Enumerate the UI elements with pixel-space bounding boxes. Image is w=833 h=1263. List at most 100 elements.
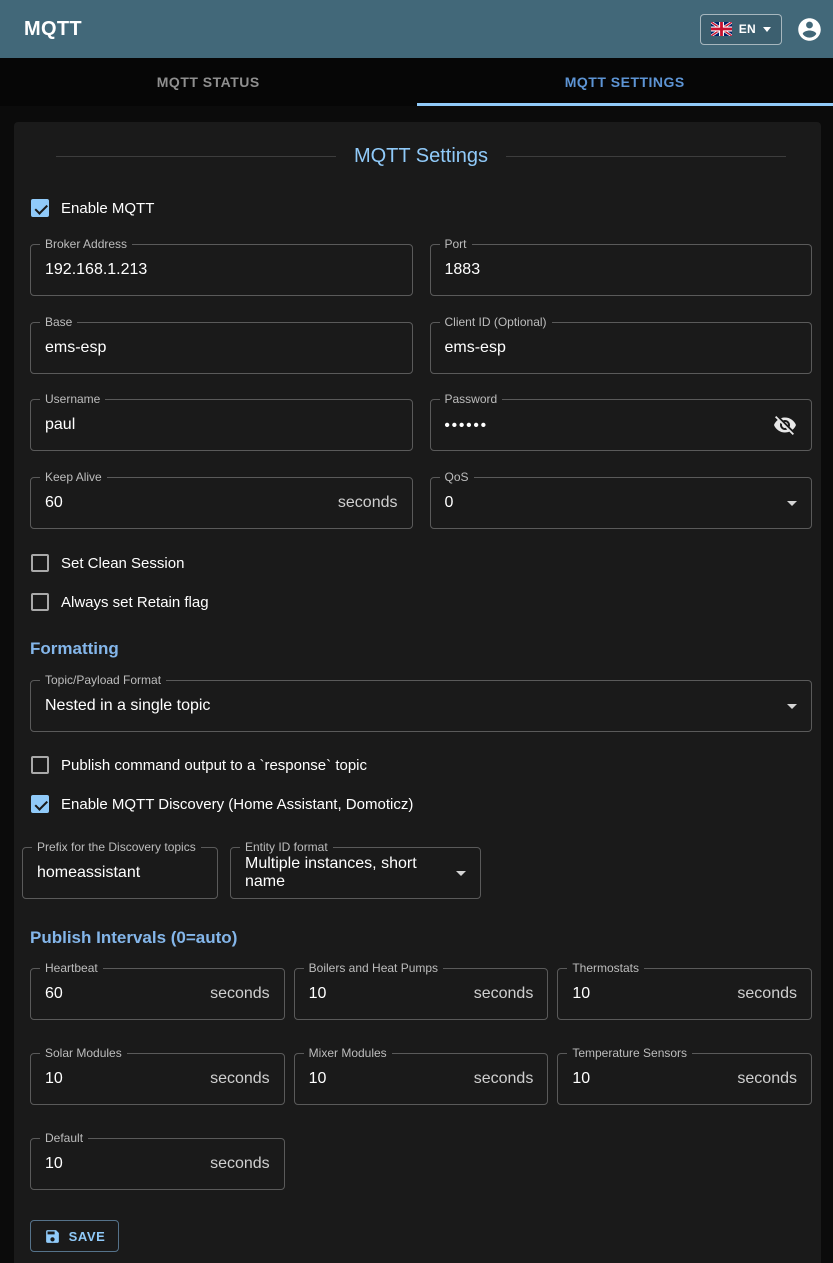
publish-intervals-heading: Publish Intervals (0=auto) (30, 927, 812, 949)
field-label: Solar Modules (40, 1046, 127, 1060)
field-value: 60 (45, 494, 63, 512)
select-value: Nested in a single topic (45, 697, 210, 715)
enable-mqtt-checkbox[interactable]: Enable MQTT (30, 196, 812, 220)
field-value: 60 (45, 985, 63, 1003)
default-interval-field[interactable]: Default 10 seconds (30, 1138, 285, 1190)
field-label: Password (440, 392, 503, 406)
save-button[interactable]: SAVE (30, 1220, 119, 1252)
field-unit: seconds (737, 985, 797, 1003)
field-unit: seconds (210, 1070, 270, 1088)
field-unit: seconds (210, 1155, 270, 1173)
password-value: •••••• (445, 417, 489, 434)
checkbox-icon[interactable] (31, 593, 49, 611)
topic-payload-format-select[interactable]: Topic/Payload Format Nested in a single … (30, 680, 812, 732)
field-unit: seconds (338, 494, 398, 512)
save-button-label: SAVE (69, 1229, 106, 1244)
tab-label: MQTT SETTINGS (565, 74, 685, 90)
mixer-interval-field[interactable]: Mixer Modules 10 seconds (294, 1053, 549, 1105)
field-value: 10 (572, 1070, 590, 1088)
field-label: Port (440, 237, 472, 251)
select-value: 0 (445, 494, 454, 512)
password-field[interactable]: Password •••••• (430, 399, 813, 451)
field-value: paul (45, 416, 75, 434)
checkbox-icon[interactable] (31, 554, 49, 572)
clean-session-checkbox[interactable]: Set Clean Session (30, 551, 812, 575)
solar-interval-field[interactable]: Solar Modules 10 seconds (30, 1053, 285, 1105)
field-label: Keep Alive (40, 470, 107, 484)
field-label: Heartbeat (40, 961, 103, 975)
active-tab-indicator (417, 103, 833, 106)
temperature-sensors-interval-field[interactable]: Temperature Sensors 10 seconds (557, 1053, 812, 1105)
tab-label: MQTT STATUS (157, 74, 260, 90)
checkbox-label: Set Clean Session (61, 555, 184, 572)
checkbox-label: Publish command output to a `response` t… (61, 757, 367, 774)
client-id-field[interactable]: Client ID (Optional) ems-esp (430, 322, 813, 374)
port-field[interactable]: Port 1883 (430, 244, 813, 296)
visibility-off-icon (773, 413, 797, 437)
field-label: Entity ID format (240, 840, 333, 854)
field-label: Prefix for the Discovery topics (32, 840, 201, 854)
thermostats-interval-field[interactable]: Thermostats 10 seconds (557, 968, 812, 1020)
username-field[interactable]: Username paul (30, 399, 413, 451)
mqtt-discovery-checkbox[interactable]: Enable MQTT Discovery (Home Assistant, D… (30, 792, 812, 816)
keep-alive-field[interactable]: Keep Alive 60 seconds (30, 477, 413, 529)
field-value: 1883 (445, 261, 481, 279)
field-label: Username (40, 392, 105, 406)
heartbeat-interval-field[interactable]: Heartbeat 60 seconds (30, 968, 285, 1020)
entity-id-format-select[interactable]: Entity ID format Multiple instances, sho… (230, 847, 481, 899)
account-button[interactable] (795, 15, 823, 43)
field-unit: seconds (474, 1070, 534, 1088)
field-unit: seconds (474, 985, 534, 1003)
publish-response-checkbox[interactable]: Publish command output to a `response` t… (30, 753, 812, 777)
checkbox-icon[interactable] (31, 199, 49, 217)
checkbox-label: Enable MQTT Discovery (Home Assistant, D… (61, 796, 413, 813)
field-value: 10 (309, 985, 327, 1003)
field-value: ems-esp (445, 339, 506, 357)
save-icon (44, 1228, 61, 1245)
field-unit: seconds (210, 985, 270, 1003)
field-value: 10 (45, 1070, 63, 1088)
checkbox-label: Always set Retain flag (61, 594, 209, 611)
retain-flag-checkbox[interactable]: Always set Retain flag (30, 590, 812, 614)
page-title: MQTT (24, 18, 82, 41)
field-value: ems-esp (45, 339, 106, 357)
checkbox-icon[interactable] (31, 795, 49, 813)
settings-card: MQTT Settings Enable MQTT Broker Address… (14, 122, 821, 1263)
divider-line (56, 156, 336, 157)
broker-address-field[interactable]: Broker Address 192.168.1.213 (30, 244, 413, 296)
discovery-prefix-field[interactable]: Prefix for the Discovery topics homeassi… (22, 847, 218, 899)
field-label: Default (40, 1131, 88, 1145)
field-label: Thermostats (567, 961, 644, 975)
checkbox-label: Enable MQTT (61, 200, 154, 217)
language-label: EN (739, 22, 756, 36)
field-value: 10 (45, 1155, 63, 1173)
field-label: Boilers and Heat Pumps (304, 961, 443, 975)
divider-line (506, 156, 786, 157)
field-value: homeassistant (37, 864, 140, 882)
field-unit: seconds (737, 1070, 797, 1088)
field-label: Base (40, 315, 77, 329)
field-label: Client ID (Optional) (440, 315, 552, 329)
qos-select[interactable]: QoS 0 (430, 477, 813, 529)
field-value: 10 (309, 1070, 327, 1088)
tab-mqtt-status[interactable]: MQTT STATUS (0, 58, 417, 106)
select-value: Multiple instances, short name (245, 855, 456, 891)
account-circle-icon (796, 16, 823, 43)
field-value: 192.168.1.213 (45, 261, 147, 279)
dropdown-arrow-icon (787, 501, 797, 506)
uk-flag-icon (711, 22, 732, 36)
field-label: Topic/Payload Format (40, 673, 166, 687)
base-field[interactable]: Base ems-esp (30, 322, 413, 374)
checkbox-icon[interactable] (31, 756, 49, 774)
field-label: Mixer Modules (304, 1046, 392, 1060)
app-bar: MQTT EN (0, 0, 833, 58)
tab-mqtt-settings[interactable]: MQTT SETTINGS (417, 58, 833, 106)
dropdown-arrow-icon (787, 704, 797, 709)
settings-heading: MQTT Settings (354, 142, 488, 170)
toggle-password-visibility-button[interactable] (773, 413, 797, 437)
boilers-interval-field[interactable]: Boilers and Heat Pumps 10 seconds (294, 968, 549, 1020)
language-selector-button[interactable]: EN (700, 14, 782, 45)
field-label: Temperature Sensors (567, 1046, 692, 1060)
tab-bar: MQTT STATUS MQTT SETTINGS (0, 58, 833, 106)
settings-heading-row: MQTT Settings (56, 142, 786, 170)
